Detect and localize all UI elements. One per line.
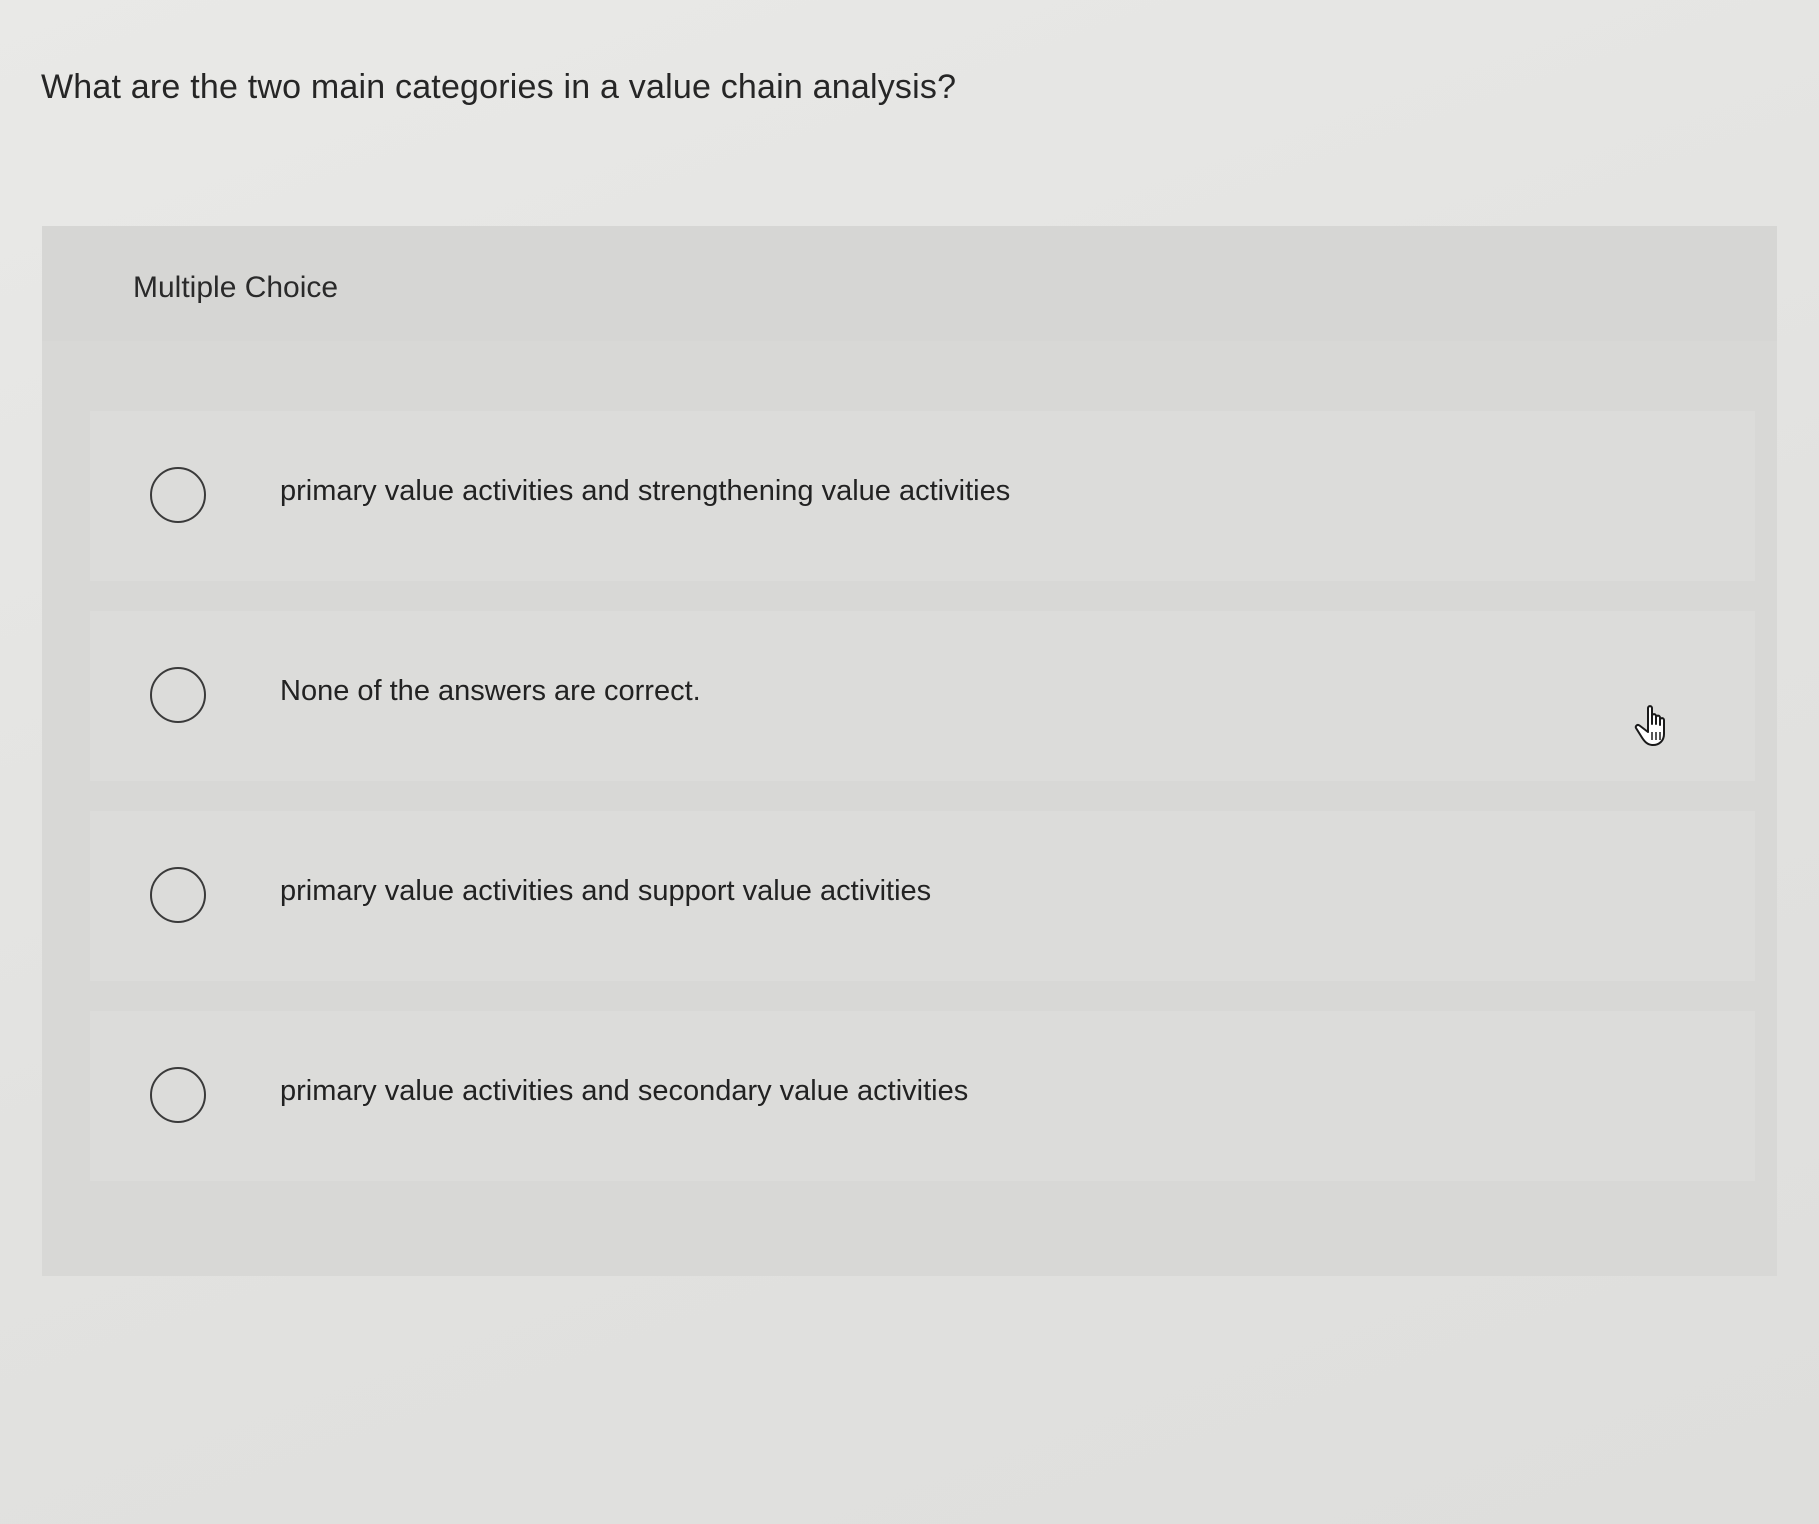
pointer-hand-icon <box>1634 705 1665 746</box>
multiple-choice-label: Multiple Choice <box>133 271 339 304</box>
multiple-choice-panel: Multiple Choice primary value activities… <box>42 226 1777 1276</box>
radio-button[interactable] <box>150 867 206 923</box>
radio-button[interactable] <box>150 467 206 523</box>
radio-button[interactable] <box>150 667 206 723</box>
radio-button[interactable] <box>150 1067 206 1123</box>
answer-option-text: None of the answers are correct. <box>280 675 701 707</box>
answer-option-2[interactable]: None of the answers are correct. <box>90 611 1755 781</box>
answer-options: primary value activities and strengtheni… <box>90 411 1755 1211</box>
answer-option-text: primary value activities and support val… <box>280 875 932 907</box>
answer-option-1[interactable]: primary value activities and strengtheni… <box>90 411 1755 581</box>
answer-option-text: primary value activities and secondary v… <box>280 1075 969 1107</box>
quiz-page: What are the two main categories in a va… <box>0 0 1819 1524</box>
question-text: What are the two main categories in a va… <box>41 68 957 106</box>
answer-option-4[interactable]: primary value activities and secondary v… <box>90 1011 1755 1181</box>
multiple-choice-header: Multiple Choice <box>42 226 1777 341</box>
answer-option-text: primary value activities and strengtheni… <box>280 475 1011 507</box>
answer-option-3[interactable]: primary value activities and support val… <box>90 811 1755 981</box>
